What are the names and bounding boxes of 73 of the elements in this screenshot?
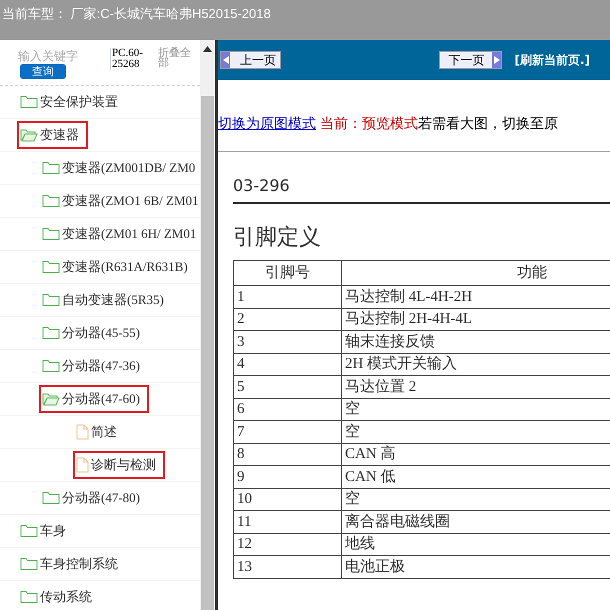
- table-cell: 2H 模式开关输入: [342, 353, 610, 376]
- search-button[interactable]: 查询: [20, 64, 66, 79]
- scrollbar[interactable]: [200, 40, 215, 610]
- table-cell: 4: [234, 353, 342, 376]
- table-cell: 9: [234, 466, 342, 488]
- refresh-link[interactable]: [刷新当前页.]: [514, 51, 590, 69]
- tree-item[interactable]: 变速器(R631A/R631B): [40, 254, 196, 280]
- code-text: PC.60-25268: [110, 48, 152, 70]
- document-icon: [76, 424, 89, 440]
- folder-icon: [42, 359, 60, 373]
- table-cell: 马达位置 2: [342, 376, 610, 398]
- folder-icon: [42, 293, 60, 307]
- tree-item[interactable]: 车身控制系统: [18, 551, 126, 577]
- tree-item[interactable]: 变速器: [18, 122, 87, 148]
- table-cell: 10: [234, 488, 342, 510]
- previous-page-button[interactable]: 上一页: [220, 51, 281, 69]
- original-mode-link[interactable]: 切换为原图模式: [218, 114, 316, 135]
- table-cell: 空: [342, 398, 610, 420]
- hint-text: 若需看大图，切换至原: [418, 115, 558, 134]
- folder-icon: [20, 557, 38, 571]
- table-cell: 地线: [342, 533, 610, 556]
- current-mode-text: 当前：预览模式: [320, 115, 418, 134]
- tree-item[interactable]: 车身: [18, 518, 74, 544]
- folder-icon: [42, 194, 60, 208]
- table-cell: 2: [234, 308, 342, 330]
- table-cell: 7: [234, 420, 342, 443]
- tree-item[interactable]: 安全保护装置: [18, 89, 126, 115]
- tree-item[interactable]: 变速器(ZMO1 6B/ ZM01: [40, 188, 200, 214]
- table-cell: 电池正极: [342, 556, 610, 578]
- section-heading: 引脚定义: [233, 224, 322, 252]
- folder-icon: [42, 227, 60, 241]
- table-cell: 12: [234, 533, 342, 556]
- vehicle-title: 当前车型： 厂家:C-长城汽车哈弗H52015-2018: [2, 6, 271, 21]
- next-page-button[interactable]: 下一页: [439, 51, 502, 69]
- document-icon: [76, 457, 89, 473]
- table-cell: 马达控制 4L-4H-2H: [342, 286, 610, 308]
- folder-icon: [20, 590, 38, 604]
- table-cell: CAN 高: [342, 443, 610, 466]
- tree-item[interactable]: 分动器(47-80): [40, 485, 148, 511]
- table-cell: 8: [234, 443, 342, 466]
- tree-item[interactable]: 分动器(45-55): [40, 320, 148, 346]
- table-cell: 11: [234, 510, 342, 533]
- tree-item[interactable]: 诊断与检测: [74, 452, 164, 478]
- tree-item[interactable]: 简述: [74, 419, 125, 445]
- open-folder-icon: [42, 392, 60, 406]
- scrollbar-thumb[interactable]: [201, 96, 214, 610]
- tree-item[interactable]: 变速器(ZM001DB/ ZM0: [40, 155, 200, 181]
- folder-icon: [42, 491, 60, 505]
- table-cell: 6: [234, 398, 342, 420]
- open-folder-icon: [20, 128, 38, 142]
- tree-item[interactable]: 分动器(47-60): [40, 386, 148, 412]
- folder-icon: [42, 161, 60, 175]
- table-cell: 5: [234, 376, 342, 398]
- folder-icon: [42, 326, 60, 340]
- scroll-up-icon[interactable]: [203, 46, 212, 52]
- table-cell: 13: [234, 556, 342, 578]
- table-cell: 3: [234, 330, 342, 353]
- tree-item[interactable]: 自动变速器(5R35): [40, 287, 172, 313]
- tree-item[interactable]: 变速器(ZM01 6H/ ZM01: [40, 221, 200, 247]
- table-cell: 空: [342, 488, 610, 510]
- column-header: 功能: [342, 260, 610, 286]
- table-cell: 马达控制 2H-4H-4L: [342, 308, 610, 330]
- table-cell: 离合器电磁线圈: [342, 510, 610, 533]
- table-cell: 轴末连接反馈: [342, 330, 610, 353]
- tree-item[interactable]: 分动器(47-36): [40, 353, 148, 379]
- page-number: 03-296: [233, 174, 610, 204]
- column-header: 引脚号: [234, 260, 342, 286]
- folder-icon: [42, 260, 60, 274]
- tree-item[interactable]: 传动系统: [18, 584, 100, 610]
- table-cell: 1: [234, 286, 342, 308]
- table-cell: 空: [342, 420, 610, 443]
- folder-icon: [20, 95, 38, 109]
- folder-icon: [20, 524, 38, 538]
